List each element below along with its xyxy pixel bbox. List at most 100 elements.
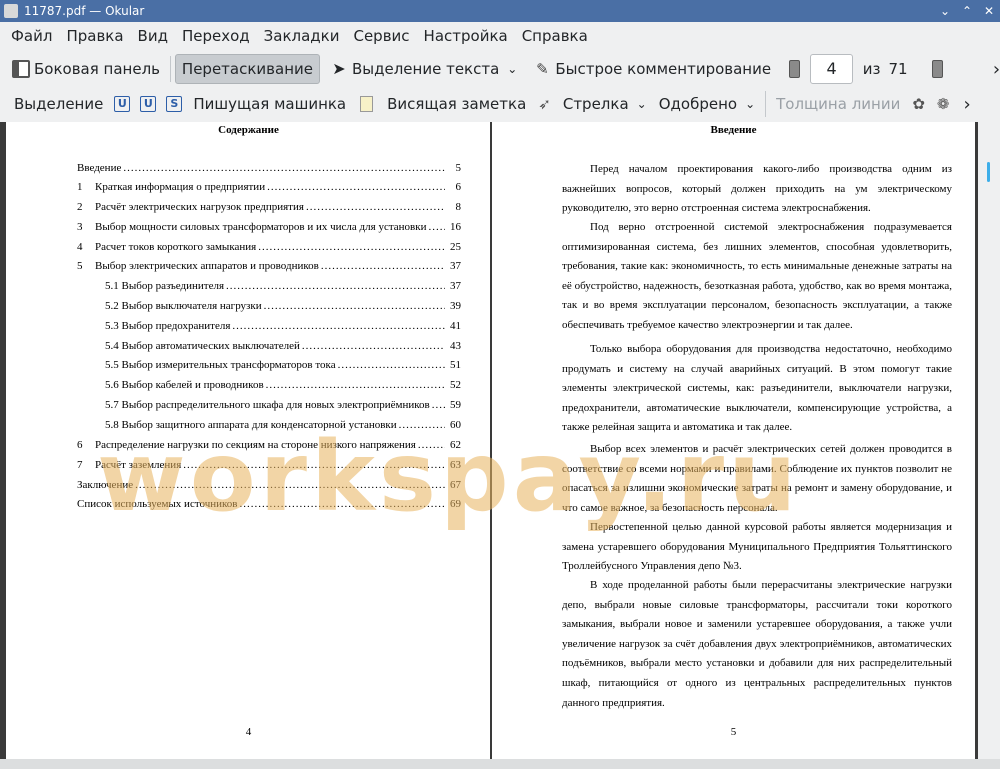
typewriter-tool-button[interactable]: Пишущая машинка — [187, 89, 352, 119]
toc-leader-dots — [432, 399, 445, 411]
toc-entry-title: 5.5 Выбор измерительных трансформаторов … — [105, 359, 336, 371]
toc-entry[interactable]: 4 Расчет токов короткого замыкания 25 — [77, 241, 461, 253]
toc-entry-title: 5.7 Выбор распределительного шкафа для н… — [105, 399, 430, 411]
menu-bar: Файл Правка Вид Переход Закладки Сервис … — [0, 22, 1000, 50]
stamp-tool-button[interactable]: Одобрено ⌄ — [653, 89, 761, 119]
sidebar-label: Боковая панель — [34, 60, 160, 78]
toc-entry[interactable]: 7 Расчёт заземления 63 — [77, 459, 461, 471]
toc-entry-title: Краткая информация о предприятии — [95, 181, 266, 193]
toc-entry-page: 69 — [450, 498, 461, 510]
note-icon[interactable] — [360, 96, 374, 112]
toc-leader-dots — [306, 201, 445, 213]
underline-icon[interactable]: U — [114, 96, 131, 112]
toc-entry[interactable]: 5.7 Выбор распределительного шкафа для н… — [105, 399, 461, 411]
toc-entry-title: Распределение нагрузки по секциям на сто… — [95, 439, 416, 451]
toc-entry-title: Введение — [77, 162, 122, 174]
toc-entry[interactable]: 5.2 Выбор выключателя нагрузки 39 — [105, 300, 461, 312]
toc-entry[interactable]: 5.6 Выбор кабелей и проводников 52 — [105, 379, 461, 391]
menu-tools[interactable]: Сервис — [346, 27, 416, 45]
text-select-label: Выделение текста — [351, 60, 500, 78]
arrow-label: Стрелка — [562, 95, 629, 113]
toc-entry[interactable]: 5.8 Выбор защитного аппарата для конденс… — [105, 419, 461, 431]
toc-entry-page: 16 — [450, 221, 461, 233]
vertical-scrollbar[interactable] — [978, 122, 1000, 769]
toc-entry-title: 5.6 Выбор кабелей и проводников — [105, 379, 264, 391]
toc-entry[interactable]: 5 Выбор электрических аппаратов и проводн… — [77, 260, 461, 272]
toc-entry-page: 59 — [450, 399, 461, 411]
quick-annotation-button[interactable]: ✎ Быстрое комментирование — [527, 54, 777, 84]
menu-help[interactable]: Справка — [515, 27, 595, 45]
intro-title: Введение — [710, 124, 757, 136]
menu-edit[interactable]: Правка — [59, 27, 130, 45]
menu-go[interactable]: Переход — [175, 27, 257, 45]
toc-entry[interactable]: Заключение 67 — [77, 479, 461, 491]
sidebar-toggle-button[interactable]: Боковая панель — [6, 54, 166, 84]
menu-settings[interactable]: Настройка — [417, 27, 515, 45]
toc-leader-dots — [240, 498, 446, 510]
arrow-icon[interactable]: ➶ — [538, 95, 551, 113]
close-button[interactable]: ✕ — [978, 0, 1000, 22]
toc-entry[interactable]: 5.1 Выбор разъединителя 37 — [105, 280, 461, 292]
toolbar-separator — [765, 91, 767, 117]
annotation-toolbar-overflow-button[interactable]: › — [964, 94, 971, 115]
chevron-down-icon[interactable]: ⌄ — [637, 97, 647, 111]
page-number-input[interactable]: 4 — [810, 54, 853, 84]
toc-entry[interactable]: 6 Распределение нагрузки по секциям на ст… — [77, 439, 461, 451]
toc-entry-number: 1 — [77, 181, 83, 193]
toc-entry-page: 37 — [450, 260, 461, 272]
browse-tool-button[interactable]: Перетаскивание — [174, 54, 320, 84]
toc-leader-dots — [428, 221, 445, 233]
chevron-down-icon[interactable]: ⌄ — [745, 97, 755, 111]
toc-entry[interactable]: Список используемых источников 69 — [77, 498, 461, 510]
toc-entry-page: 62 — [450, 439, 461, 451]
opacity-icon[interactable]: ❁ — [937, 95, 950, 113]
menu-bookmarks[interactable]: Закладки — [257, 27, 347, 45]
popup-note-tool-button[interactable]: Висящая заметка — [381, 89, 532, 119]
chevron-down-icon[interactable]: ⌄ — [507, 62, 517, 76]
paragraph: Выбор всех элементов и расчёт электричес… — [562, 443, 952, 514]
toc-leader-dots — [135, 479, 445, 491]
page-4: Содержание Введение51Краткая информация … — [6, 122, 491, 762]
maximize-button[interactable]: ⌃ — [956, 0, 978, 22]
toc-entry-title: Список используемых источников — [77, 498, 238, 510]
toc-leader-dots — [183, 459, 445, 471]
scrollbar-thumb[interactable] — [987, 162, 990, 182]
line-width-button[interactable]: Толщина линии — [770, 89, 906, 119]
toc-entry[interactable]: 5.3 Выбор предохранителя 41 — [105, 320, 461, 332]
toolbar-overflow-button[interactable]: › — [993, 59, 1000, 80]
sidebar-icon — [12, 60, 30, 78]
toc-leader-dots — [267, 181, 445, 193]
toc-entry[interactable]: Введение 5 — [77, 162, 461, 174]
toc-entry-page: 25 — [450, 241, 461, 253]
toc-entry-title: Расчет токов короткого замыкания — [95, 241, 257, 253]
toc-entry[interactable]: 5.5 Выбор измерительных трансформаторов … — [105, 359, 461, 371]
minimize-button[interactable]: ⌄ — [934, 0, 956, 22]
toc-entry-title: Заключение — [77, 479, 134, 491]
color-icon[interactable]: ✿ — [912, 95, 925, 113]
next-page-icon[interactable] — [931, 60, 943, 78]
menu-file[interactable]: Файл — [0, 27, 59, 45]
text-select-tool-button[interactable]: ➤ Выделение текста ⌄ — [324, 54, 523, 84]
toolbar-separator — [170, 56, 171, 82]
window-title: 11787.pdf — Okular — [24, 4, 145, 18]
squiggle-icon[interactable]: U — [140, 96, 157, 112]
toc-entry-title: Выбор мощности силовых трансформаторов и… — [95, 221, 427, 233]
toc-entry-page: 67 — [450, 479, 461, 491]
toc-leader-dots — [338, 359, 445, 371]
arrow-tool-button[interactable]: Стрелка ⌄ — [557, 89, 653, 119]
toc-entry[interactable]: 2 Расчёт электрических нагрузок предприят… — [77, 201, 461, 213]
toc-entry[interactable]: 3 Выбор мощности силовых трансформаторов … — [77, 221, 461, 233]
menu-view[interactable]: Вид — [131, 27, 175, 45]
strikeout-icon[interactable]: S — [166, 96, 183, 112]
toc-entry[interactable]: 1 Краткая информация о предприятии 6 — [77, 181, 461, 193]
toc-entry-title: Расчёт электрических нагрузок предприяти… — [95, 201, 304, 213]
previous-page-icon[interactable] — [789, 60, 801, 78]
paragraph: В ходе проделанной работы были перерасчи… — [562, 579, 952, 709]
highlight-tool-button[interactable]: Выделение — [8, 89, 109, 119]
document-view[interactable]: Содержание Введение51Краткая информация … — [0, 122, 1000, 769]
toc-entry-title: 5.8 Выбор защитного аппарата для конденс… — [105, 419, 397, 431]
toc-entry-page: 52 — [450, 379, 461, 391]
toc-entry-page: 41 — [450, 320, 461, 332]
toc-entry-page: 6 — [455, 181, 462, 193]
toc-entry[interactable]: 5.4 Выбор автоматических выключателей 43 — [105, 340, 461, 352]
